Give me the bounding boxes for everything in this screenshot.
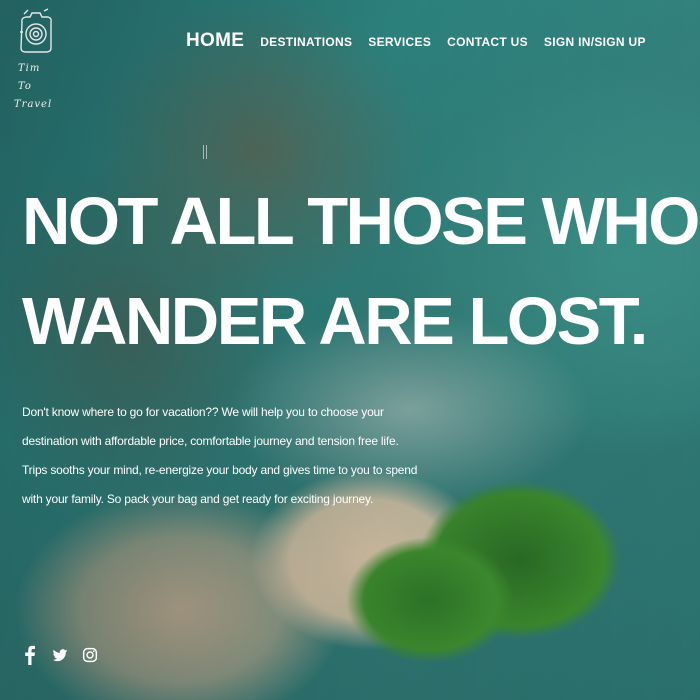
brand-name: Tim To Travel — [14, 60, 58, 114]
main-nav: HOME DESTINATIONS SERVICES CONTACT US SI… — [186, 30, 646, 52]
social-links — [22, 645, 98, 665]
brand-line-2: Travel — [14, 99, 53, 110]
description-line: destination with affordable price, comfo… — [22, 434, 399, 448]
description-line: Don't know where to go for vacation?? We… — [22, 405, 384, 419]
instagram-icon[interactable] — [82, 645, 98, 665]
twitter-icon[interactable] — [52, 645, 68, 665]
nav-home[interactable]: HOME — [186, 30, 244, 52]
description-line: Trips sooths your mind, re-energize your… — [22, 463, 418, 477]
description-line: with your family. So pack your bag and g… — [22, 492, 374, 506]
nav-contact-us[interactable]: CONTACT US — [447, 35, 528, 49]
hero-headline: NOT ALL THOSE WHO WANDER ARE LOST. — [22, 172, 700, 372]
brand-line-1: Tim To — [18, 63, 41, 92]
nav-services[interactable]: SERVICES — [368, 35, 431, 49]
text-cursor-icon — [203, 145, 207, 159]
nav-destinations[interactable]: DESTINATIONS — [260, 35, 352, 49]
hero-description: Don't know where to go for vacation?? We… — [22, 398, 418, 514]
headline-line-2: WANDER ARE LOST. — [22, 284, 648, 359]
facebook-icon[interactable] — [22, 645, 38, 665]
nav-sign-in-sign-up[interactable]: SIGN IN/SIGN UP — [544, 35, 646, 49]
camera-logo-icon — [20, 8, 52, 53]
logo[interactable]: Tim To Travel — [14, 8, 54, 118]
hero-section: Tim To Travel HOME DESTINATIONS SERVICES… — [0, 0, 700, 700]
headline-line-1: NOT ALL THOSE WHO — [22, 184, 700, 259]
